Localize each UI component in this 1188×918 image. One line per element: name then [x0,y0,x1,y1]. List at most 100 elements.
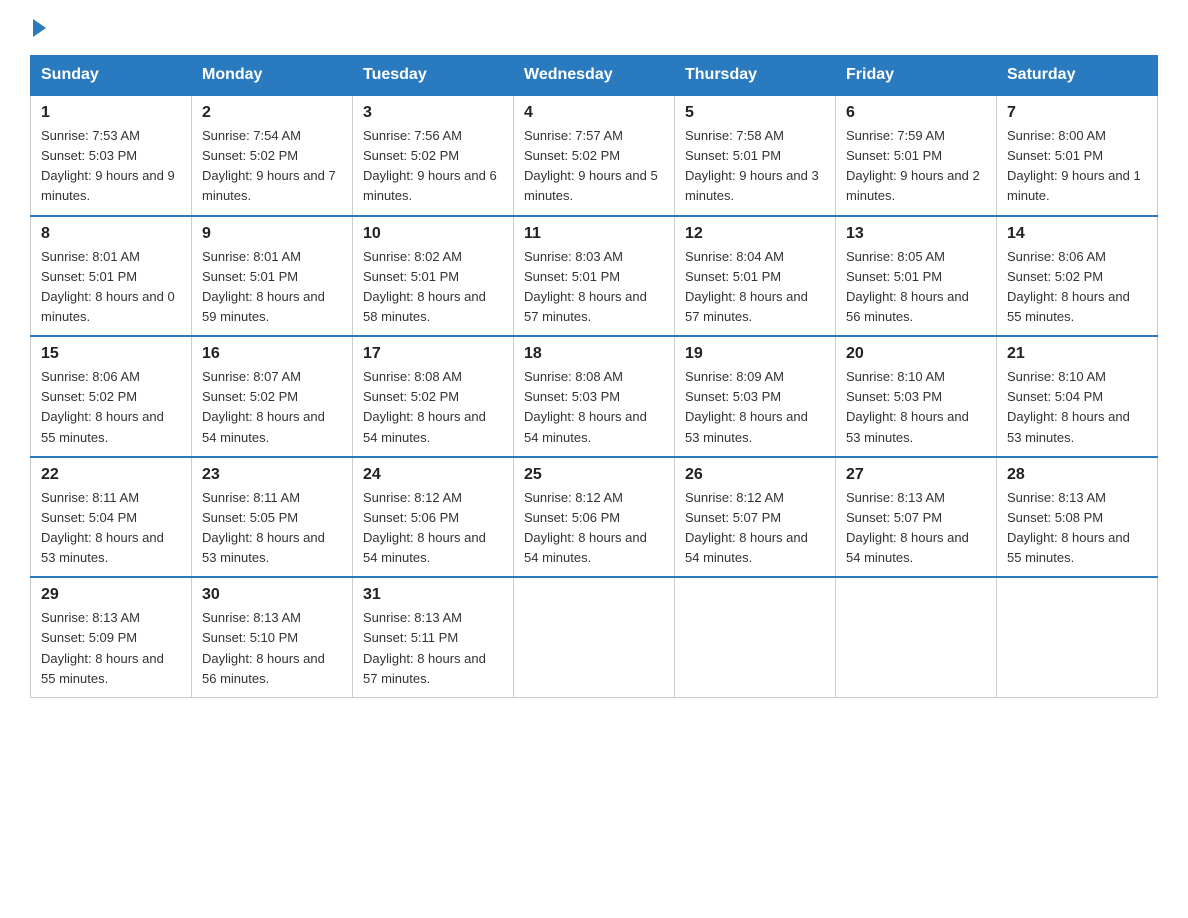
weekday-header-saturday: Saturday [997,56,1158,96]
calendar-cell: 21 Sunrise: 8:10 AMSunset: 5:04 PMDaylig… [997,336,1158,457]
day-info: Sunrise: 8:13 AMSunset: 5:07 PMDaylight:… [846,488,986,569]
day-number: 25 [524,466,664,484]
weekday-header-wednesday: Wednesday [514,56,675,96]
day-number: 15 [41,345,181,363]
calendar-cell: 16 Sunrise: 8:07 AMSunset: 5:02 PMDaylig… [192,336,353,457]
calendar-cell [675,577,836,697]
day-info: Sunrise: 7:54 AMSunset: 5:02 PMDaylight:… [202,126,342,207]
day-info: Sunrise: 8:06 AMSunset: 5:02 PMDaylight:… [41,367,181,448]
day-number: 1 [41,104,181,122]
calendar-cell: 5 Sunrise: 7:58 AMSunset: 5:01 PMDayligh… [675,95,836,216]
calendar-cell: 24 Sunrise: 8:12 AMSunset: 5:06 PMDaylig… [353,457,514,578]
day-info: Sunrise: 8:10 AMSunset: 5:03 PMDaylight:… [846,367,986,448]
day-info: Sunrise: 8:05 AMSunset: 5:01 PMDaylight:… [846,247,986,328]
calendar-cell: 30 Sunrise: 8:13 AMSunset: 5:10 PMDaylig… [192,577,353,697]
day-number: 28 [1007,466,1147,484]
calendar-week-row: 29 Sunrise: 8:13 AMSunset: 5:09 PMDaylig… [31,577,1158,697]
day-number: 8 [41,225,181,243]
calendar-table: SundayMondayTuesdayWednesdayThursdayFrid… [30,55,1158,698]
weekday-header-tuesday: Tuesday [353,56,514,96]
day-info: Sunrise: 8:04 AMSunset: 5:01 PMDaylight:… [685,247,825,328]
day-info: Sunrise: 8:09 AMSunset: 5:03 PMDaylight:… [685,367,825,448]
day-info: Sunrise: 8:10 AMSunset: 5:04 PMDaylight:… [1007,367,1147,448]
day-number: 29 [41,586,181,604]
calendar-cell: 27 Sunrise: 8:13 AMSunset: 5:07 PMDaylig… [836,457,997,578]
calendar-cell: 4 Sunrise: 7:57 AMSunset: 5:02 PMDayligh… [514,95,675,216]
calendar-cell: 11 Sunrise: 8:03 AMSunset: 5:01 PMDaylig… [514,216,675,337]
day-info: Sunrise: 7:56 AMSunset: 5:02 PMDaylight:… [363,126,503,207]
calendar-cell: 29 Sunrise: 8:13 AMSunset: 5:09 PMDaylig… [31,577,192,697]
calendar-cell: 23 Sunrise: 8:11 AMSunset: 5:05 PMDaylig… [192,457,353,578]
calendar-cell: 20 Sunrise: 8:10 AMSunset: 5:03 PMDaylig… [836,336,997,457]
day-number: 7 [1007,104,1147,122]
calendar-cell: 14 Sunrise: 8:06 AMSunset: 5:02 PMDaylig… [997,216,1158,337]
day-info: Sunrise: 8:02 AMSunset: 5:01 PMDaylight:… [363,247,503,328]
weekday-header-sunday: Sunday [31,56,192,96]
calendar-cell: 6 Sunrise: 7:59 AMSunset: 5:01 PMDayligh… [836,95,997,216]
day-number: 16 [202,345,342,363]
day-info: Sunrise: 8:13 AMSunset: 5:11 PMDaylight:… [363,608,503,689]
calendar-cell: 10 Sunrise: 8:02 AMSunset: 5:01 PMDaylig… [353,216,514,337]
calendar-cell: 18 Sunrise: 8:08 AMSunset: 5:03 PMDaylig… [514,336,675,457]
day-info: Sunrise: 8:03 AMSunset: 5:01 PMDaylight:… [524,247,664,328]
day-number: 3 [363,104,503,122]
calendar-cell: 17 Sunrise: 8:08 AMSunset: 5:02 PMDaylig… [353,336,514,457]
calendar-week-row: 1 Sunrise: 7:53 AMSunset: 5:03 PMDayligh… [31,95,1158,216]
day-number: 20 [846,345,986,363]
day-info: Sunrise: 8:11 AMSunset: 5:05 PMDaylight:… [202,488,342,569]
day-info: Sunrise: 8:13 AMSunset: 5:09 PMDaylight:… [41,608,181,689]
day-number: 22 [41,466,181,484]
calendar-week-row: 15 Sunrise: 8:06 AMSunset: 5:02 PMDaylig… [31,336,1158,457]
page-header [30,20,1158,37]
calendar-cell: 1 Sunrise: 7:53 AMSunset: 5:03 PMDayligh… [31,95,192,216]
day-number: 19 [685,345,825,363]
day-info: Sunrise: 8:13 AMSunset: 5:08 PMDaylight:… [1007,488,1147,569]
day-info: Sunrise: 8:06 AMSunset: 5:02 PMDaylight:… [1007,247,1147,328]
day-number: 4 [524,104,664,122]
day-number: 11 [524,225,664,243]
day-number: 13 [846,225,986,243]
day-number: 21 [1007,345,1147,363]
day-number: 26 [685,466,825,484]
calendar-week-row: 22 Sunrise: 8:11 AMSunset: 5:04 PMDaylig… [31,457,1158,578]
calendar-cell: 26 Sunrise: 8:12 AMSunset: 5:07 PMDaylig… [675,457,836,578]
calendar-cell: 2 Sunrise: 7:54 AMSunset: 5:02 PMDayligh… [192,95,353,216]
weekday-header-thursday: Thursday [675,56,836,96]
calendar-cell: 25 Sunrise: 8:12 AMSunset: 5:06 PMDaylig… [514,457,675,578]
day-number: 24 [363,466,503,484]
day-info: Sunrise: 8:00 AMSunset: 5:01 PMDaylight:… [1007,126,1147,207]
day-info: Sunrise: 7:58 AMSunset: 5:01 PMDaylight:… [685,126,825,207]
day-info: Sunrise: 8:13 AMSunset: 5:10 PMDaylight:… [202,608,342,689]
day-info: Sunrise: 7:57 AMSunset: 5:02 PMDaylight:… [524,126,664,207]
day-info: Sunrise: 7:53 AMSunset: 5:03 PMDaylight:… [41,126,181,207]
day-number: 9 [202,225,342,243]
day-info: Sunrise: 8:01 AMSunset: 5:01 PMDaylight:… [41,247,181,328]
calendar-cell [836,577,997,697]
day-number: 10 [363,225,503,243]
calendar-cell: 3 Sunrise: 7:56 AMSunset: 5:02 PMDayligh… [353,95,514,216]
day-number: 27 [846,466,986,484]
weekday-header-friday: Friday [836,56,997,96]
day-number: 5 [685,104,825,122]
day-number: 6 [846,104,986,122]
calendar-cell: 9 Sunrise: 8:01 AMSunset: 5:01 PMDayligh… [192,216,353,337]
day-info: Sunrise: 8:12 AMSunset: 5:06 PMDaylight:… [524,488,664,569]
day-number: 17 [363,345,503,363]
logo-triangle-icon [33,19,46,37]
day-info: Sunrise: 8:08 AMSunset: 5:03 PMDaylight:… [524,367,664,448]
day-info: Sunrise: 8:07 AMSunset: 5:02 PMDaylight:… [202,367,342,448]
calendar-cell: 19 Sunrise: 8:09 AMSunset: 5:03 PMDaylig… [675,336,836,457]
calendar-cell: 7 Sunrise: 8:00 AMSunset: 5:01 PMDayligh… [997,95,1158,216]
day-number: 30 [202,586,342,604]
calendar-week-row: 8 Sunrise: 8:01 AMSunset: 5:01 PMDayligh… [31,216,1158,337]
calendar-cell: 31 Sunrise: 8:13 AMSunset: 5:11 PMDaylig… [353,577,514,697]
calendar-cell: 13 Sunrise: 8:05 AMSunset: 5:01 PMDaylig… [836,216,997,337]
day-info: Sunrise: 8:12 AMSunset: 5:07 PMDaylight:… [685,488,825,569]
day-info: Sunrise: 8:11 AMSunset: 5:04 PMDaylight:… [41,488,181,569]
day-info: Sunrise: 8:12 AMSunset: 5:06 PMDaylight:… [363,488,503,569]
day-number: 18 [524,345,664,363]
day-number: 31 [363,586,503,604]
day-info: Sunrise: 7:59 AMSunset: 5:01 PMDaylight:… [846,126,986,207]
calendar-cell: 8 Sunrise: 8:01 AMSunset: 5:01 PMDayligh… [31,216,192,337]
day-info: Sunrise: 8:08 AMSunset: 5:02 PMDaylight:… [363,367,503,448]
